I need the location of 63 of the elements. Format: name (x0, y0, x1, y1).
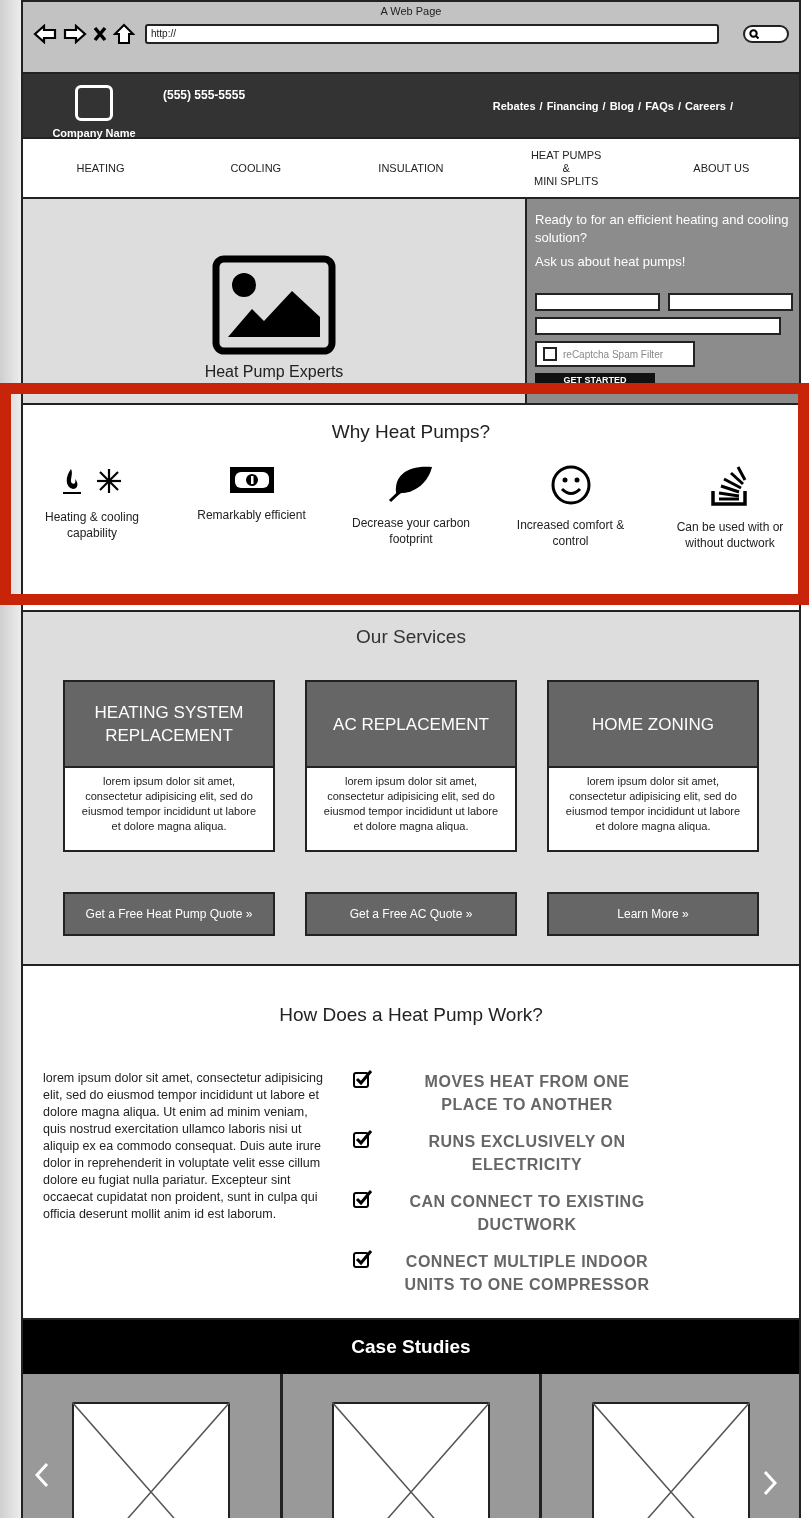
panel-text: Ask us about heat pumps! (535, 253, 687, 271)
feature-label: Decrease your carbon footprint (351, 515, 471, 547)
section-title: Case Studies (351, 1336, 471, 1358)
banknote-icon (228, 465, 275, 495)
input-field[interactable] (668, 293, 793, 311)
service-description: lorem ipsum dolor sit amet, consectetur adipisicing elit, sed do eiusmod tempor incididunt ut labore et dolore magna aliqua. (63, 768, 275, 852)
back-icon[interactable] (33, 24, 57, 44)
forward-icon[interactable] (63, 24, 87, 44)
stacked-lines-icon (710, 465, 750, 507)
section-title: Our Services (356, 626, 466, 648)
captcha-field[interactable]: reCaptcha Spam Filter (535, 341, 695, 367)
image-placeholder-icon (212, 255, 336, 355)
service-title: AC REPLACEMENT (305, 680, 517, 768)
service-description: lorem ipsum dolor sit amet, consectetur adipisicing elit, sed do eiusmod tempor incididunt ut labore et dolore magna aliqua. (305, 768, 517, 852)
nav-link[interactable]: ABOUT US (661, 161, 782, 175)
service-button[interactable]: Get a Free Heat Pump Quote » (63, 892, 275, 936)
search-field[interactable] (743, 25, 789, 43)
service-title: HEATING SYSTEM REPLACEMENT (63, 680, 275, 768)
link-separator: / (638, 99, 642, 112)
feature-point: CONNECT MULTIPLE INDOOR UNITS TO ONE COMPRESSOR (403, 1252, 651, 1295)
feature-label: Heating & cooling capability (43, 509, 141, 541)
link-separator: / (677, 99, 681, 112)
smiley-icon (550, 465, 591, 505)
home-icon[interactable] (113, 23, 135, 45)
body-paragraph: lorem ipsum dolor sit amet, consectetur adipisicing elit, sed do eiusmod tempor incididunt ut labore et dolore magna aliqua. Ut enim ad minim veniam, quis nostrud exercitation ullamco laboris nisi ut aliquip ex ea commodo consequat. Duis aute irure dolor in reprehenderit in voluptate velit esse cillum dolore eu fugiat nulla pariatur. Excepteur sint occaecat cupidatat non proident, sunt in culpa qui officia deserunt mollit anim id est laborum. (43, 1070, 323, 1223)
input-field[interactable] (535, 317, 781, 335)
section-title: Why Heat Pumps? (331, 421, 491, 443)
service-button[interactable]: Learn More » (547, 892, 759, 936)
address-field[interactable]: http:// (145, 24, 719, 44)
captcha-label: reCaptcha Spam Filter (563, 348, 664, 360)
header-link[interactable]: Rebates (492, 99, 536, 112)
logo-icon (75, 84, 113, 121)
panel-text: Ready to for an efficient heating and cooling solution? (535, 211, 790, 247)
phone-number: (555) 555-5555 (163, 87, 246, 102)
section-title: How Does a Heat Pump Work? (279, 1004, 543, 1026)
hero-caption: Heat Pump Experts (204, 363, 344, 381)
nav-link[interactable]: HEATING (40, 161, 161, 175)
feature-point: RUNS EXCLUSIVELY ON ELECTRICITY (427, 1132, 627, 1175)
feature-label: Remarkably efficient (197, 507, 306, 523)
link-separator: / (602, 99, 606, 112)
input-field[interactable] (535, 293, 660, 311)
service-description: lorem ipsum dolor sit amet, consectetur adipisicing elit, sed do eiusmod tempor incididunt ut labore et dolore magna aliqua. (547, 768, 759, 852)
close-icon[interactable] (93, 26, 107, 42)
feature-label: Can be used with or without ductwork (675, 519, 785, 551)
captcha-checkbox[interactable] (543, 347, 557, 361)
company-name: Company Name (52, 126, 136, 139)
nav-link[interactable]: HEAT PUMPS & MINI SPLITS (506, 148, 627, 188)
feature-point: CAN CONNECT TO EXISTING DUCTWORK (408, 1192, 646, 1235)
search-icon (749, 29, 759, 39)
feature-label: Increased comfort & control (515, 517, 626, 549)
feature-point: MOVES HEAT FROM ONE PLACE TO ANOTHER (423, 1072, 631, 1115)
link-separator: / (539, 99, 543, 112)
header-link[interactable]: Careers (684, 99, 726, 112)
header-link[interactable]: FAQs (645, 99, 674, 112)
nav-link[interactable]: INSULATION (350, 161, 471, 175)
link-separator: / (729, 99, 733, 112)
header-link[interactable]: Blog (609, 99, 635, 112)
service-title: HOME ZONING (547, 680, 759, 768)
service-button[interactable]: Get a Free AC Quote » (305, 892, 517, 936)
nav-link[interactable]: COOLING (195, 161, 316, 175)
header-link[interactable]: Financing (546, 99, 599, 112)
leaf-icon (388, 465, 434, 503)
window-title: A Web Page (380, 5, 442, 17)
